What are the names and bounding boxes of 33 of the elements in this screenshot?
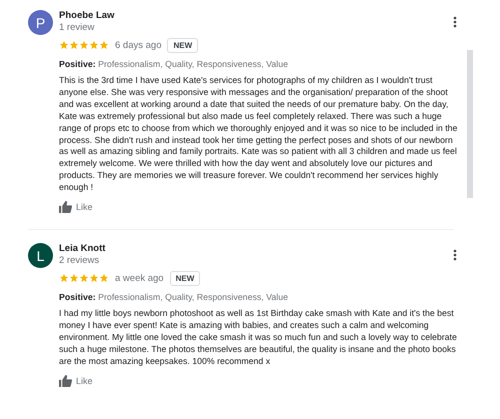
review-count: 2 reviews: [59, 255, 100, 268]
new-badge: NEW: [167, 38, 198, 52]
review-time: a week ago: [115, 272, 164, 284]
positive-label: Positive:: [59, 59, 96, 69]
positive-label: Positive:: [59, 292, 96, 302]
review-text: This is the 3rd time I have used Kate's services for photographs of my children as I wouldn't trust anyone else. She was very responsive with messages and the organisation/ preparation of the shoot and was excellent at working around a date that suited the needs of our premature baby. On the day, Kate was extremely professional but also made us feel completely relaxed. There was such a huge range of props etc to choose from which we thoroughly enjoyed and it was so nice to be included in the process. She didn't rush and instead took her time getting the perfect poses and shots of our newborn as well as amazing sibling and family portraits. Kate was so patient with all 3 children and made us feel extremely welcome. We were thrilled with how the day went and absolutely love our pictures and products. They are memories we will treasure forever. We couldn't recommend her services highly enough !: [59, 75, 458, 194]
thumbs-up-icon: [59, 201, 72, 214]
star-icon: [69, 40, 79, 50]
star-icon: [69, 273, 79, 284]
star-icon: [59, 40, 69, 50]
like-button[interactable]: Like: [59, 374, 93, 387]
more-icon[interactable]: [453, 249, 457, 262]
star-icon: [59, 273, 69, 284]
more-icon[interactable]: [453, 16, 457, 28]
like-button[interactable]: Like: [59, 201, 93, 214]
star-icon: [79, 273, 89, 284]
new-badge: NEW: [170, 270, 200, 286]
star-icon: [89, 40, 99, 50]
reviewer-name[interactable]: Leia Knott: [59, 243, 106, 256]
review-time: 6 days ago: [115, 40, 162, 50]
star-icon: [99, 40, 109, 50]
scrollbar[interactable]: [467, 50, 473, 198]
review-text: I had my little boys newborn photoshoot as well as 1st Birthday cake smash with Kate and it's the best money I have ever spent! Kate is amazing with babies, and creates such a calm and welcoming environment. My little one loved the cake smash it was so much fun and such a lovely way to celebrate such a huge milestone. The photos themselves are beautiful, the quality is insane and the photo books are the most amazing keepsakes. 100% recommend x: [59, 308, 458, 368]
avatar: P: [28, 10, 53, 35]
avatar: L: [28, 243, 53, 268]
star-icon: [99, 273, 109, 284]
thumbs-up-icon: [59, 374, 72, 387]
reviewer-name[interactable]: Phoebe Law: [59, 10, 114, 22]
review-count: 1 review: [59, 22, 96, 34]
star-icon: [79, 40, 89, 50]
star-icon: [89, 273, 99, 284]
positive-attributes: Professionalism, Quality, Responsiveness, Value: [98, 59, 288, 69]
positive-attributes: Professionalism, Quality, Responsiveness, Value: [98, 292, 288, 302]
